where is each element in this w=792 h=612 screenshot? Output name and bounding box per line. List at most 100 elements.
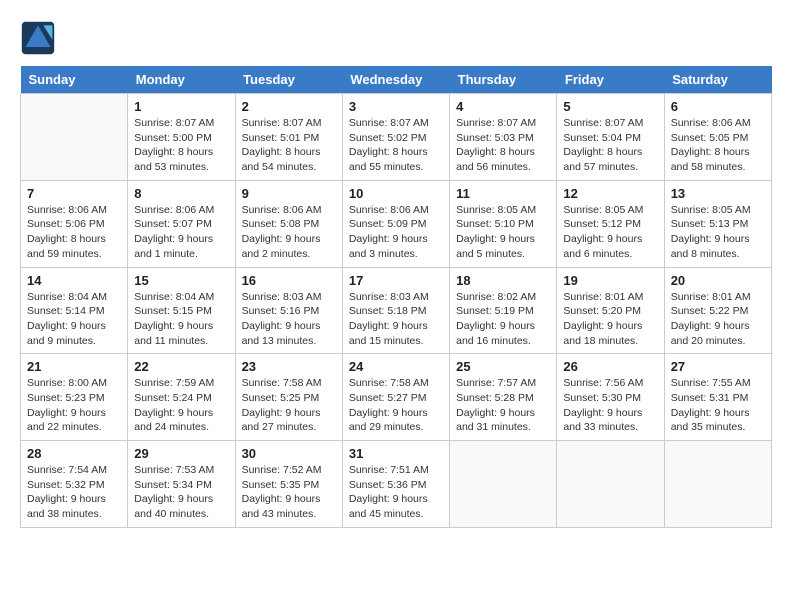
day-detail: Sunrise: 8:06 AM Sunset: 5:06 PM Dayligh… xyxy=(27,203,121,262)
cell-w0-d2: 2 Sunrise: 8:07 AM Sunset: 5:01 PM Daylig… xyxy=(235,94,342,181)
cell-w2-d6: 20 Sunrise: 8:01 AM Sunset: 5:22 PM Dayli… xyxy=(664,267,771,354)
day-number: 6 xyxy=(671,99,765,114)
day-number: 27 xyxy=(671,359,765,374)
calendar-table: SundayMondayTuesdayWednesdayThursdayFrid… xyxy=(20,66,772,528)
col-header-sunday: Sunday xyxy=(21,66,128,94)
day-number: 29 xyxy=(134,446,228,461)
cell-w1-d2: 9 Sunrise: 8:06 AM Sunset: 5:08 PM Daylig… xyxy=(235,180,342,267)
day-detail: Sunrise: 7:55 AM Sunset: 5:31 PM Dayligh… xyxy=(671,376,765,435)
day-detail: Sunrise: 8:07 AM Sunset: 5:03 PM Dayligh… xyxy=(456,116,550,175)
cell-w0-d1: 1 Sunrise: 8:07 AM Sunset: 5:00 PM Daylig… xyxy=(128,94,235,181)
cell-w2-d3: 17 Sunrise: 8:03 AM Sunset: 5:18 PM Dayli… xyxy=(342,267,449,354)
day-number: 24 xyxy=(349,359,443,374)
day-detail: Sunrise: 7:57 AM Sunset: 5:28 PM Dayligh… xyxy=(456,376,550,435)
day-number: 1 xyxy=(134,99,228,114)
cell-w0-d4: 4Sunrise: 8:07 AM Sunset: 5:03 PM Daylig… xyxy=(450,94,557,181)
cell-w0-d6: 6Sunrise: 8:06 AM Sunset: 5:05 PM Daylig… xyxy=(664,94,771,181)
day-detail: Sunrise: 8:07 AM Sunset: 5:00 PM Dayligh… xyxy=(134,116,228,175)
cell-w1-d0: 7 Sunrise: 8:06 AM Sunset: 5:06 PM Daylig… xyxy=(21,180,128,267)
day-detail: Sunrise: 8:00 AM Sunset: 5:23 PM Dayligh… xyxy=(27,376,121,435)
cell-w0-d5: 5Sunrise: 8:07 AM Sunset: 5:04 PM Daylig… xyxy=(557,94,664,181)
day-number: 16 xyxy=(242,273,336,288)
day-number: 25 xyxy=(456,359,550,374)
cell-w4-d5 xyxy=(557,441,664,528)
week-row-1: 7 Sunrise: 8:06 AM Sunset: 5:06 PM Daylig… xyxy=(21,180,772,267)
cell-w1-d5: 12 Sunrise: 8:05 AM Sunset: 5:12 PM Dayli… xyxy=(557,180,664,267)
day-detail: Sunrise: 8:07 AM Sunset: 5:02 PM Dayligh… xyxy=(349,116,443,175)
day-detail: Sunrise: 7:58 AM Sunset: 5:25 PM Dayligh… xyxy=(242,376,336,435)
day-detail: Sunrise: 8:05 AM Sunset: 5:12 PM Dayligh… xyxy=(563,203,657,262)
day-number: 20 xyxy=(671,273,765,288)
logo xyxy=(20,20,60,56)
day-detail: Sunrise: 8:04 AM Sunset: 5:14 PM Dayligh… xyxy=(27,290,121,349)
day-number: 11 xyxy=(456,186,550,201)
day-number: 2 xyxy=(242,99,336,114)
day-number: 23 xyxy=(242,359,336,374)
day-detail: Sunrise: 7:54 AM Sunset: 5:32 PM Dayligh… xyxy=(27,463,121,522)
day-detail: Sunrise: 8:05 AM Sunset: 5:10 PM Dayligh… xyxy=(456,203,550,262)
cell-w4-d0: 28 Sunrise: 7:54 AM Sunset: 5:32 PM Dayli… xyxy=(21,441,128,528)
logo-icon xyxy=(20,20,56,56)
day-number: 5 xyxy=(563,99,657,114)
cell-w4-d6 xyxy=(664,441,771,528)
col-header-wednesday: Wednesday xyxy=(342,66,449,94)
cell-w4-d1: 29 Sunrise: 7:53 AM Sunset: 5:34 PM Dayli… xyxy=(128,441,235,528)
day-detail: Sunrise: 8:07 AM Sunset: 5:01 PM Dayligh… xyxy=(242,116,336,175)
cell-w3-d4: 25 Sunrise: 7:57 AM Sunset: 5:28 PM Dayli… xyxy=(450,354,557,441)
day-number: 17 xyxy=(349,273,443,288)
day-number: 8 xyxy=(134,186,228,201)
cell-w1-d3: 10 Sunrise: 8:06 AM Sunset: 5:09 PM Dayli… xyxy=(342,180,449,267)
day-number: 7 xyxy=(27,186,121,201)
day-detail: Sunrise: 8:04 AM Sunset: 5:15 PM Dayligh… xyxy=(134,290,228,349)
week-row-3: 21 Sunrise: 8:00 AM Sunset: 5:23 PM Dayli… xyxy=(21,354,772,441)
cell-w1-d4: 11 Sunrise: 8:05 AM Sunset: 5:10 PM Dayli… xyxy=(450,180,557,267)
cell-w2-d2: 16 Sunrise: 8:03 AM Sunset: 5:16 PM Dayli… xyxy=(235,267,342,354)
cell-w2-d0: 14 Sunrise: 8:04 AM Sunset: 5:14 PM Dayli… xyxy=(21,267,128,354)
day-detail: Sunrise: 8:02 AM Sunset: 5:19 PM Dayligh… xyxy=(456,290,550,349)
day-number: 30 xyxy=(242,446,336,461)
day-detail: Sunrise: 8:06 AM Sunset: 5:09 PM Dayligh… xyxy=(349,203,443,262)
day-detail: Sunrise: 7:53 AM Sunset: 5:34 PM Dayligh… xyxy=(134,463,228,522)
day-detail: Sunrise: 7:58 AM Sunset: 5:27 PM Dayligh… xyxy=(349,376,443,435)
cell-w0-d0 xyxy=(21,94,128,181)
day-number: 22 xyxy=(134,359,228,374)
cell-w0-d3: 3 Sunrise: 8:07 AM Sunset: 5:02 PM Daylig… xyxy=(342,94,449,181)
day-number: 12 xyxy=(563,186,657,201)
col-header-friday: Friday xyxy=(557,66,664,94)
cell-w2-d5: 19 Sunrise: 8:01 AM Sunset: 5:20 PM Dayli… xyxy=(557,267,664,354)
day-number: 18 xyxy=(456,273,550,288)
day-detail: Sunrise: 8:05 AM Sunset: 5:13 PM Dayligh… xyxy=(671,203,765,262)
cell-w2-d4: 18 Sunrise: 8:02 AM Sunset: 5:19 PM Dayli… xyxy=(450,267,557,354)
day-detail: Sunrise: 8:03 AM Sunset: 5:16 PM Dayligh… xyxy=(242,290,336,349)
cell-w1-d1: 8 Sunrise: 8:06 AM Sunset: 5:07 PM Daylig… xyxy=(128,180,235,267)
cell-w4-d4 xyxy=(450,441,557,528)
day-number: 28 xyxy=(27,446,121,461)
week-row-4: 28 Sunrise: 7:54 AM Sunset: 5:32 PM Dayli… xyxy=(21,441,772,528)
day-number: 3 xyxy=(349,99,443,114)
week-row-0: 1 Sunrise: 8:07 AM Sunset: 5:00 PM Daylig… xyxy=(21,94,772,181)
day-detail: Sunrise: 7:59 AM Sunset: 5:24 PM Dayligh… xyxy=(134,376,228,435)
day-detail: Sunrise: 7:52 AM Sunset: 5:35 PM Dayligh… xyxy=(242,463,336,522)
day-detail: Sunrise: 7:56 AM Sunset: 5:30 PM Dayligh… xyxy=(563,376,657,435)
cell-w3-d6: 27 Sunrise: 7:55 AM Sunset: 5:31 PM Dayli… xyxy=(664,354,771,441)
cell-w3-d1: 22 Sunrise: 7:59 AM Sunset: 5:24 PM Dayli… xyxy=(128,354,235,441)
cell-w3-d3: 24 Sunrise: 7:58 AM Sunset: 5:27 PM Dayli… xyxy=(342,354,449,441)
day-detail: Sunrise: 8:01 AM Sunset: 5:20 PM Dayligh… xyxy=(563,290,657,349)
header-row: SundayMondayTuesdayWednesdayThursdayFrid… xyxy=(21,66,772,94)
day-number: 15 xyxy=(134,273,228,288)
day-number: 19 xyxy=(563,273,657,288)
day-number: 13 xyxy=(671,186,765,201)
col-header-tuesday: Tuesday xyxy=(235,66,342,94)
cell-w2-d1: 15 Sunrise: 8:04 AM Sunset: 5:15 PM Dayli… xyxy=(128,267,235,354)
day-detail: Sunrise: 8:06 AM Sunset: 5:07 PM Dayligh… xyxy=(134,203,228,262)
day-detail: Sunrise: 8:01 AM Sunset: 5:22 PM Dayligh… xyxy=(671,290,765,349)
day-number: 21 xyxy=(27,359,121,374)
day-detail: Sunrise: 7:51 AM Sunset: 5:36 PM Dayligh… xyxy=(349,463,443,522)
day-number: 14 xyxy=(27,273,121,288)
day-detail: Sunrise: 8:06 AM Sunset: 5:08 PM Dayligh… xyxy=(242,203,336,262)
day-number: 10 xyxy=(349,186,443,201)
cell-w3-d5: 26Sunrise: 7:56 AM Sunset: 5:30 PM Dayli… xyxy=(557,354,664,441)
day-number: 9 xyxy=(242,186,336,201)
day-detail: Sunrise: 8:03 AM Sunset: 5:18 PM Dayligh… xyxy=(349,290,443,349)
cell-w4-d2: 30 Sunrise: 7:52 AM Sunset: 5:35 PM Dayli… xyxy=(235,441,342,528)
